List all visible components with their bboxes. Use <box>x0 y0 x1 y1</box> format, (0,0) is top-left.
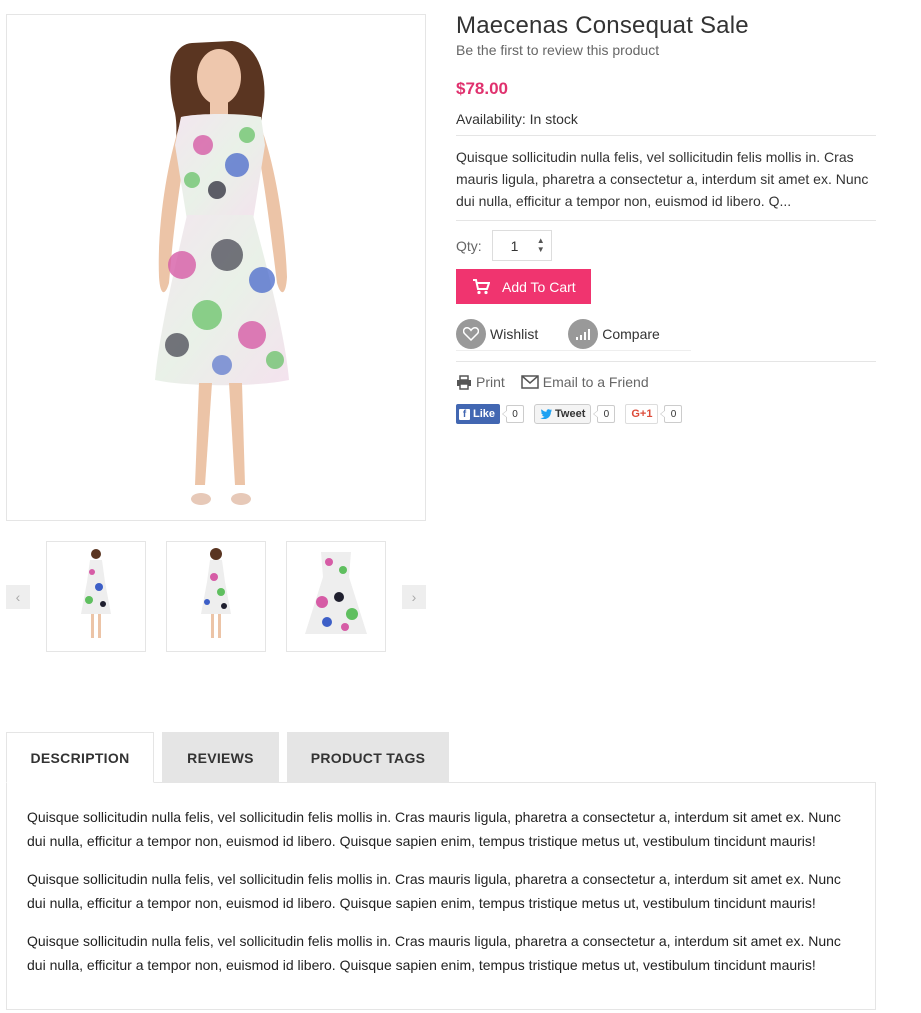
divider <box>456 220 876 221</box>
product-info: Maecenas Consequat Sale Be the first to … <box>456 12 876 424</box>
wishlist-label: Wishlist <box>490 326 539 342</box>
envelope-icon <box>521 375 539 389</box>
product-title: Maecenas Consequat Sale <box>456 12 749 39</box>
quantity-stepper[interactable]: 1 ▲ ▼ <box>491 230 552 261</box>
divider <box>456 361 876 362</box>
thumbnail-front[interactable] <box>46 541 146 652</box>
product-tabs: DESCRIPTION REVIEWS PRODUCT TAGS <box>6 732 457 783</box>
main-product-image[interactable] <box>6 14 426 521</box>
email-friend-button[interactable]: Email to a Friend <box>521 374 649 390</box>
twitter-icon <box>540 409 553 419</box>
tweet-label: Tweet <box>555 408 586 420</box>
review-link[interactable]: Be the first to review this product <box>456 42 876 58</box>
thumbnail-back[interactable] <box>166 541 266 652</box>
thumbnail-prev-button[interactable]: ‹ <box>6 585 30 609</box>
cart-icon <box>473 278 490 294</box>
tab-reviews[interactable]: REVIEWS <box>162 732 279 783</box>
qty-label: Qty: <box>456 237 482 254</box>
social-share-row: f Like 0 Tweet 0 G+1 0 <box>456 404 876 424</box>
compare-button[interactable]: Compare <box>568 319 660 349</box>
google-plus-count: 0 <box>660 405 683 423</box>
facebook-like-button[interactable]: f Like <box>456 404 501 424</box>
thumbnail-front-image <box>81 549 111 638</box>
dress-model-image <box>155 41 289 505</box>
chevron-down-icon[interactable]: ▼ <box>537 245 545 254</box>
google-plus: G+1 0 <box>625 404 683 424</box>
bar-chart-icon <box>568 319 599 349</box>
thumbnail-next-button[interactable]: › <box>402 585 426 609</box>
facebook-like-label: Like <box>473 408 496 420</box>
tweet-button[interactable]: Tweet <box>534 404 592 424</box>
wishlist-button[interactable]: Wishlist <box>456 319 538 349</box>
printer-icon <box>457 374 471 390</box>
tab-product-tags[interactable]: PRODUCT TAGS <box>287 732 449 783</box>
add-to-cart-label: Add To Cart <box>502 278 576 295</box>
tweet-count: 0 <box>593 405 616 423</box>
qty-spinner[interactable]: ▲ ▼ <box>537 236 545 254</box>
thumbnail-flat-image <box>305 552 367 634</box>
description-panel: Quisque sollicitudin nulla felis, vel so… <box>6 782 876 1010</box>
google-plus-button[interactable]: G+1 <box>625 404 659 424</box>
facebook-icon: f <box>459 408 470 420</box>
add-to-cart-button[interactable]: Add To Cart <box>456 269 591 304</box>
google-plus-label: G+1 <box>631 408 653 420</box>
description-paragraph: Quisque sollicitudin nulla felis, vel so… <box>27 871 841 911</box>
thumbnail-back-image <box>201 548 231 638</box>
facebook-like-count: 0 <box>502 405 525 423</box>
wishlist-compare-row: Wishlist Compare <box>456 319 691 351</box>
short-description: Quisque sollicitudin nulla felis, vel so… <box>456 149 869 209</box>
product-price: $78.00 <box>456 79 508 98</box>
description-paragraph: Quisque sollicitudin nulla felis, vel so… <box>27 933 841 973</box>
compare-label: Compare <box>602 326 660 342</box>
description-paragraph: Quisque sollicitudin nulla felis, vel so… <box>27 809 841 849</box>
divider <box>456 135 876 136</box>
qty-value: 1 <box>510 237 519 254</box>
tab-description[interactable]: DESCRIPTION <box>6 732 154 783</box>
print-email-row: Print Email to a Friend <box>456 374 876 390</box>
twitter-tweet: Tweet 0 <box>534 404 616 424</box>
email-friend-label: Email to a Friend <box>542 374 649 390</box>
availability-status: Availability: In stock <box>456 111 578 127</box>
facebook-like: f Like 0 <box>456 404 525 424</box>
print-button[interactable]: Print <box>456 374 505 390</box>
thumbnail-flat[interactable] <box>286 541 386 652</box>
chevron-up-icon[interactable]: ▲ <box>537 236 545 245</box>
heart-icon <box>456 319 486 349</box>
print-label: Print <box>476 374 505 390</box>
quantity-row: Qty: 1 ▲ ▼ <box>456 230 876 261</box>
